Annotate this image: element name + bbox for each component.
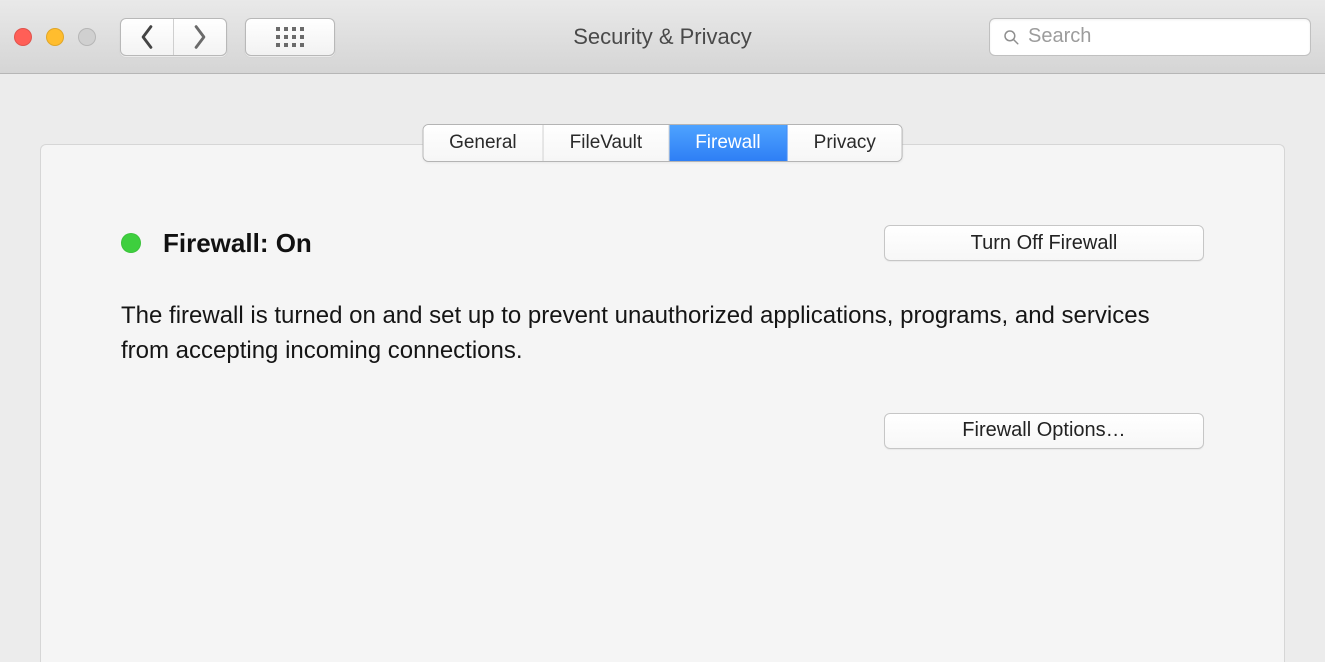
nav-back-forward (120, 18, 227, 56)
search-icon (1002, 28, 1020, 46)
window-close-button[interactable] (14, 28, 32, 46)
firewall-panel: Firewall: On Turn Off Firewall The firew… (40, 144, 1285, 662)
firewall-description: The firewall is turned on and set up to … (121, 299, 1204, 369)
tab-privacy[interactable]: Privacy (788, 125, 902, 161)
tab-general[interactable]: General (423, 125, 544, 161)
content-area: General FileVault Firewall Privacy Firew… (0, 74, 1325, 662)
turn-off-firewall-button[interactable]: Turn Off Firewall (884, 225, 1204, 261)
tab-firewall[interactable]: Firewall (669, 125, 787, 161)
tab-filevault[interactable]: FileVault (544, 125, 670, 161)
search-input[interactable] (1028, 25, 1298, 48)
window-zoom-button[interactable] (78, 28, 96, 46)
status-indicator-icon (121, 233, 141, 253)
grid-icon (276, 27, 304, 47)
back-button[interactable] (121, 19, 174, 55)
firewall-options-row: Firewall Options… (121, 413, 1204, 449)
firewall-status-row: Firewall: On Turn Off Firewall (121, 225, 1204, 261)
chevron-right-icon (192, 24, 208, 50)
tab-bar: General FileVault Firewall Privacy (422, 124, 903, 162)
show-all-button[interactable] (245, 18, 335, 56)
traffic-lights (14, 28, 96, 46)
window-minimize-button[interactable] (46, 28, 64, 46)
search-field[interactable] (989, 18, 1311, 56)
titlebar: Security & Privacy (0, 0, 1325, 74)
firewall-options-button[interactable]: Firewall Options… (884, 413, 1204, 449)
firewall-status-label: Firewall: On (163, 228, 312, 259)
forward-button[interactable] (174, 19, 226, 55)
chevron-left-icon (139, 24, 155, 50)
